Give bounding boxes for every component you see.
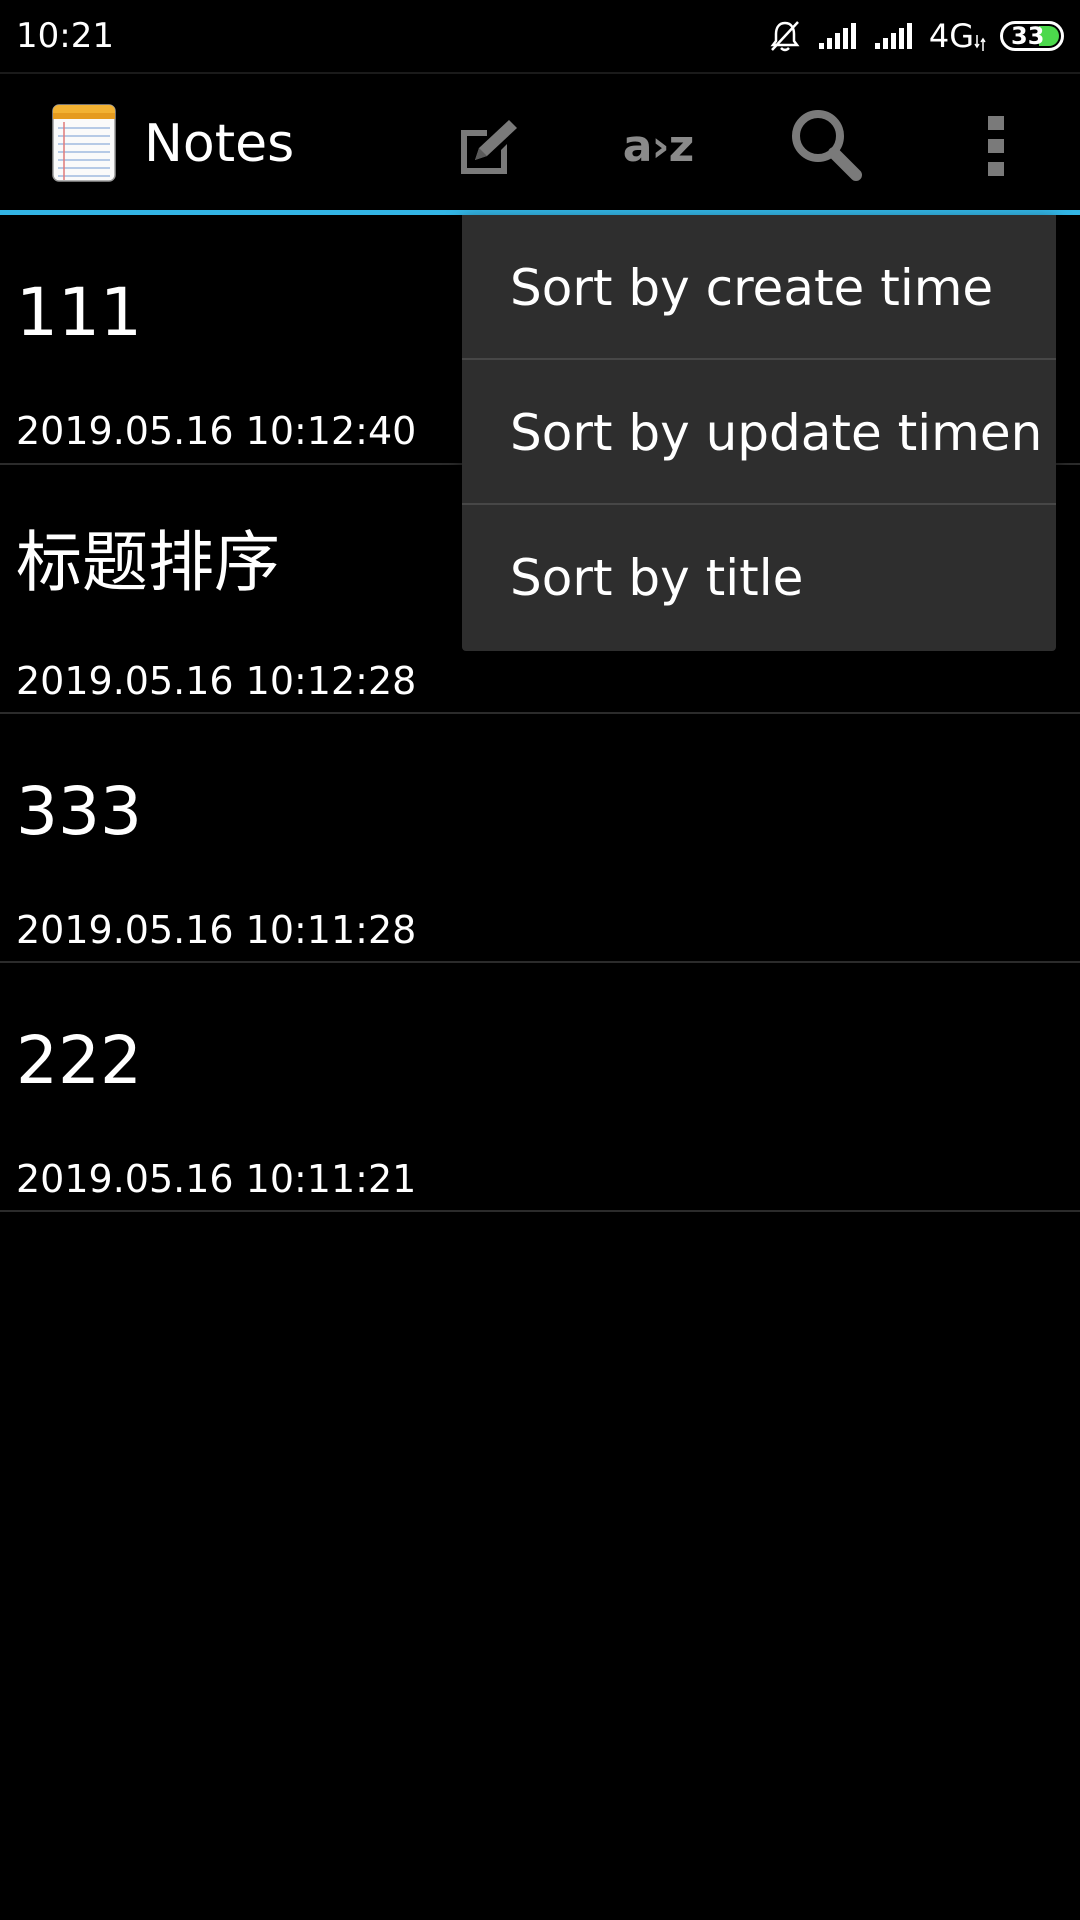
note-date: 2019.05.16 10:11:28: [16, 908, 417, 952]
battery-icon: 33: [1000, 21, 1064, 51]
app-title: Notes: [144, 114, 295, 174]
sort-popup-menu: Sort by create time Sort by update timen…: [462, 215, 1056, 651]
note-date: 2019.05.16 10:12:28: [16, 659, 417, 703]
menu-item-sort-title[interactable]: Sort by title: [462, 505, 1056, 650]
muted-bell-icon: [770, 21, 800, 52]
data-arrows-icon: [974, 35, 986, 51]
note-item[interactable]: 333 2019.05.16 10:11:28: [0, 714, 1080, 963]
menu-item-sort-update-time[interactable]: Sort by update timen: [462, 360, 1056, 505]
note-title: 333: [16, 773, 142, 850]
action-bar: Notes a›z: [0, 74, 1080, 210]
overflow-menu-button[interactable]: [946, 96, 1046, 196]
note-date: 2019.05.16 10:12:40: [16, 409, 417, 453]
menu-item-label: Sort by create time: [510, 259, 994, 317]
status-icons: 4G 33: [767, 14, 1064, 58]
signal-icon: [874, 23, 912, 49]
network-type: 4G: [928, 17, 974, 55]
overflow-menu-icon: [988, 116, 1004, 176]
search-icon: [792, 110, 862, 181]
sort-icon: a›z: [622, 120, 694, 172]
note-title: 222: [16, 1022, 142, 1099]
new-note-button[interactable]: [440, 96, 540, 196]
new-note-icon: [461, 120, 517, 174]
signal-icon: [818, 23, 856, 49]
search-button[interactable]: [776, 96, 876, 196]
notepad-icon: [52, 104, 116, 182]
note-title: 标题排序: [16, 524, 280, 601]
note-item[interactable]: 222 2019.05.16 10:11:21: [0, 963, 1080, 1212]
battery-level: 33: [1011, 22, 1045, 50]
sort-button[interactable]: a›z: [608, 96, 708, 196]
menu-item-label: Sort by update timen: [510, 404, 1043, 462]
menu-item-sort-create-time[interactable]: Sort by create time: [462, 215, 1056, 360]
note-title: 111: [16, 274, 142, 351]
note-date: 2019.05.16 10:11:21: [16, 1157, 417, 1201]
menu-item-label: Sort by title: [510, 549, 804, 607]
status-time: 10:21: [16, 16, 114, 56]
status-bar: 10:21 4G 33: [0, 0, 1080, 74]
